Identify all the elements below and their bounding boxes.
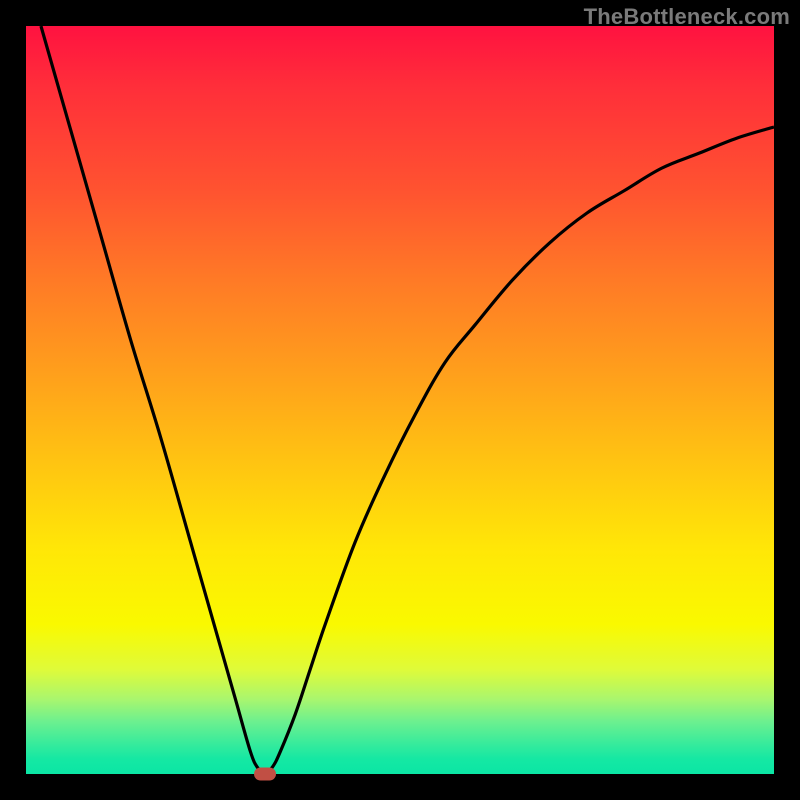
minimum-marker — [254, 768, 276, 781]
chart-frame: TheBottleneck.com — [0, 0, 800, 800]
watermark-text: TheBottleneck.com — [584, 4, 790, 30]
bottleneck-curve — [41, 26, 774, 774]
curve-svg — [26, 26, 774, 774]
